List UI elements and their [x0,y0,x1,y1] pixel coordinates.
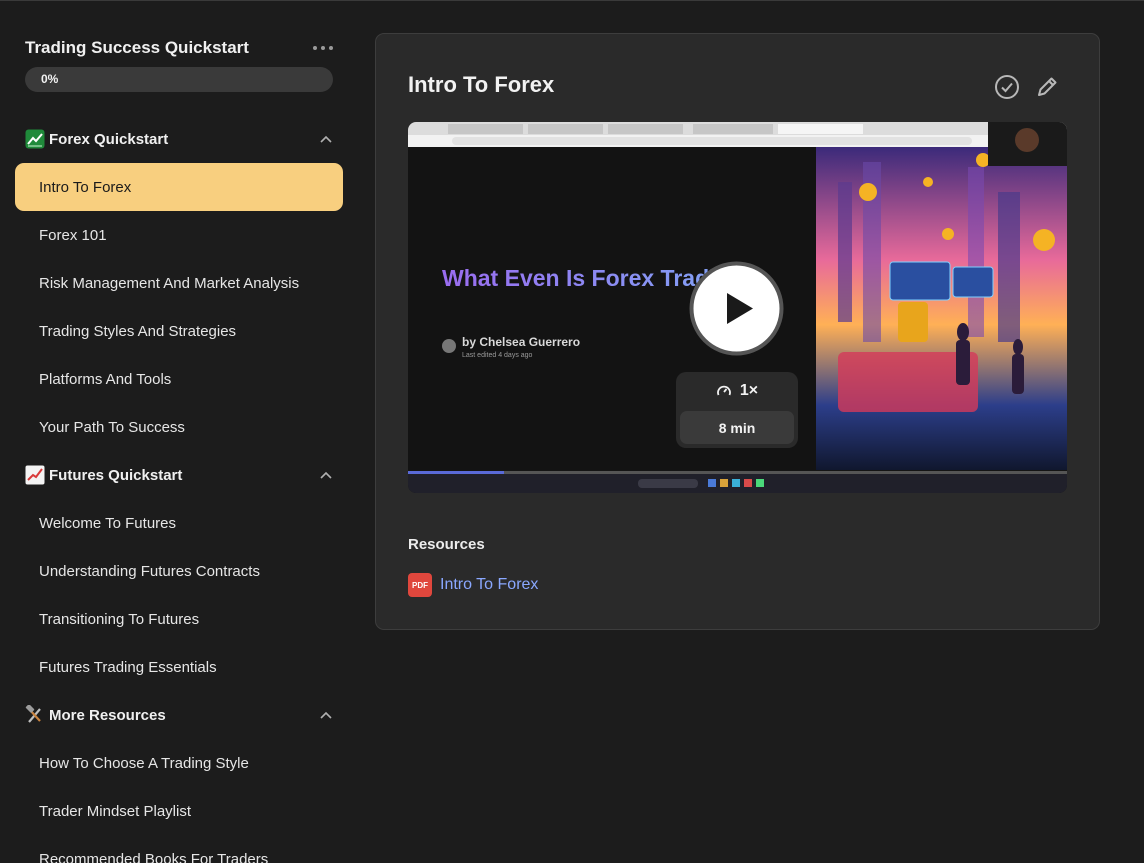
section-header-more-resources[interactable]: More Resources [25,702,333,728]
slide-edited: Last edited 4 days ago [462,352,533,359]
lesson-item-platforms-and-tools[interactable]: Platforms And Tools [15,355,343,403]
mark-complete-icon[interactable] [993,73,1021,101]
lesson-item-recommended-books[interactable]: Recommended Books For Traders [15,835,343,863]
course-progress-bar: 0% [25,67,333,92]
chart-increasing-icon [25,465,45,485]
course-header: Trading Success Quickstart [25,38,333,58]
more-options-icon[interactable] [313,39,333,57]
edit-pencil-icon[interactable] [1033,73,1061,101]
lesson-item-choose-trading-style[interactable]: How To Choose A Trading Style [15,739,343,787]
lesson-item-futures-contracts[interactable]: Understanding Futures Contracts [15,547,343,595]
lesson-item-trading-styles[interactable]: Trading Styles And Strategies [15,307,343,355]
lesson-item-risk-management[interactable]: Risk Management And Market Analysis [15,259,343,307]
section-title: More Resources [49,706,166,724]
lesson-item-path-to-success[interactable]: Your Path To Success [15,403,343,451]
lesson-item-intro-to-forex[interactable]: Intro To Forex [15,163,343,211]
speedometer-icon [716,385,731,396]
lesson-item-trader-mindset-playlist[interactable]: Trader Mindset Playlist [15,787,343,835]
lesson-title: Intro To Forex [408,72,555,97]
lesson-panel: Intro To Forex What Even Is Forex Tradin… [375,33,1100,630]
progress-label: 0% [41,72,59,86]
speed-label: 1× [739,382,759,399]
duration-label: 8 min [680,411,794,444]
speed-control[interactable]: 1× [676,372,798,410]
lesson-item-forex-101[interactable]: Forex 101 [15,211,343,259]
section-header-futures-quickstart[interactable]: Futures Quickstart [25,462,333,488]
lesson-item-futures-essentials[interactable]: Futures Trading Essentials [15,643,343,691]
slide-author: by Chelsea Guerrero [462,335,580,349]
resource-link-pdf[interactable]: PDF Intro To Forex [408,573,538,597]
section-title: Forex Quickstart [49,130,169,148]
lesson-item-welcome-to-futures[interactable]: Welcome To Futures [15,499,343,547]
playback-info-card: 1× 8 min [676,372,798,448]
resources-heading: Resources [408,536,485,553]
chevron-up-icon[interactable] [319,132,333,146]
video-player[interactable]: What Even Is Forex Trading? by Chelsea G… [408,122,1067,493]
play-icon[interactable] [689,261,784,356]
resource-label: Intro To Forex [440,576,539,593]
section-header-forex-quickstart[interactable]: Forex Quickstart [25,126,333,152]
hammer-and-wrench-icon [25,705,41,723]
lesson-item-transitioning-to-futures[interactable]: Transitioning To Futures [15,595,343,643]
course-sidebar: Trading Success Quickstart 0% Forex Quic… [0,1,358,863]
chart-increasing-green-icon [25,129,45,149]
pdf-file-icon: PDF [408,573,432,597]
chevron-up-icon[interactable] [319,468,333,482]
course-title: Trading Success Quickstart [25,38,249,57]
chevron-up-icon[interactable] [319,708,333,722]
section-title: Futures Quickstart [49,466,183,484]
